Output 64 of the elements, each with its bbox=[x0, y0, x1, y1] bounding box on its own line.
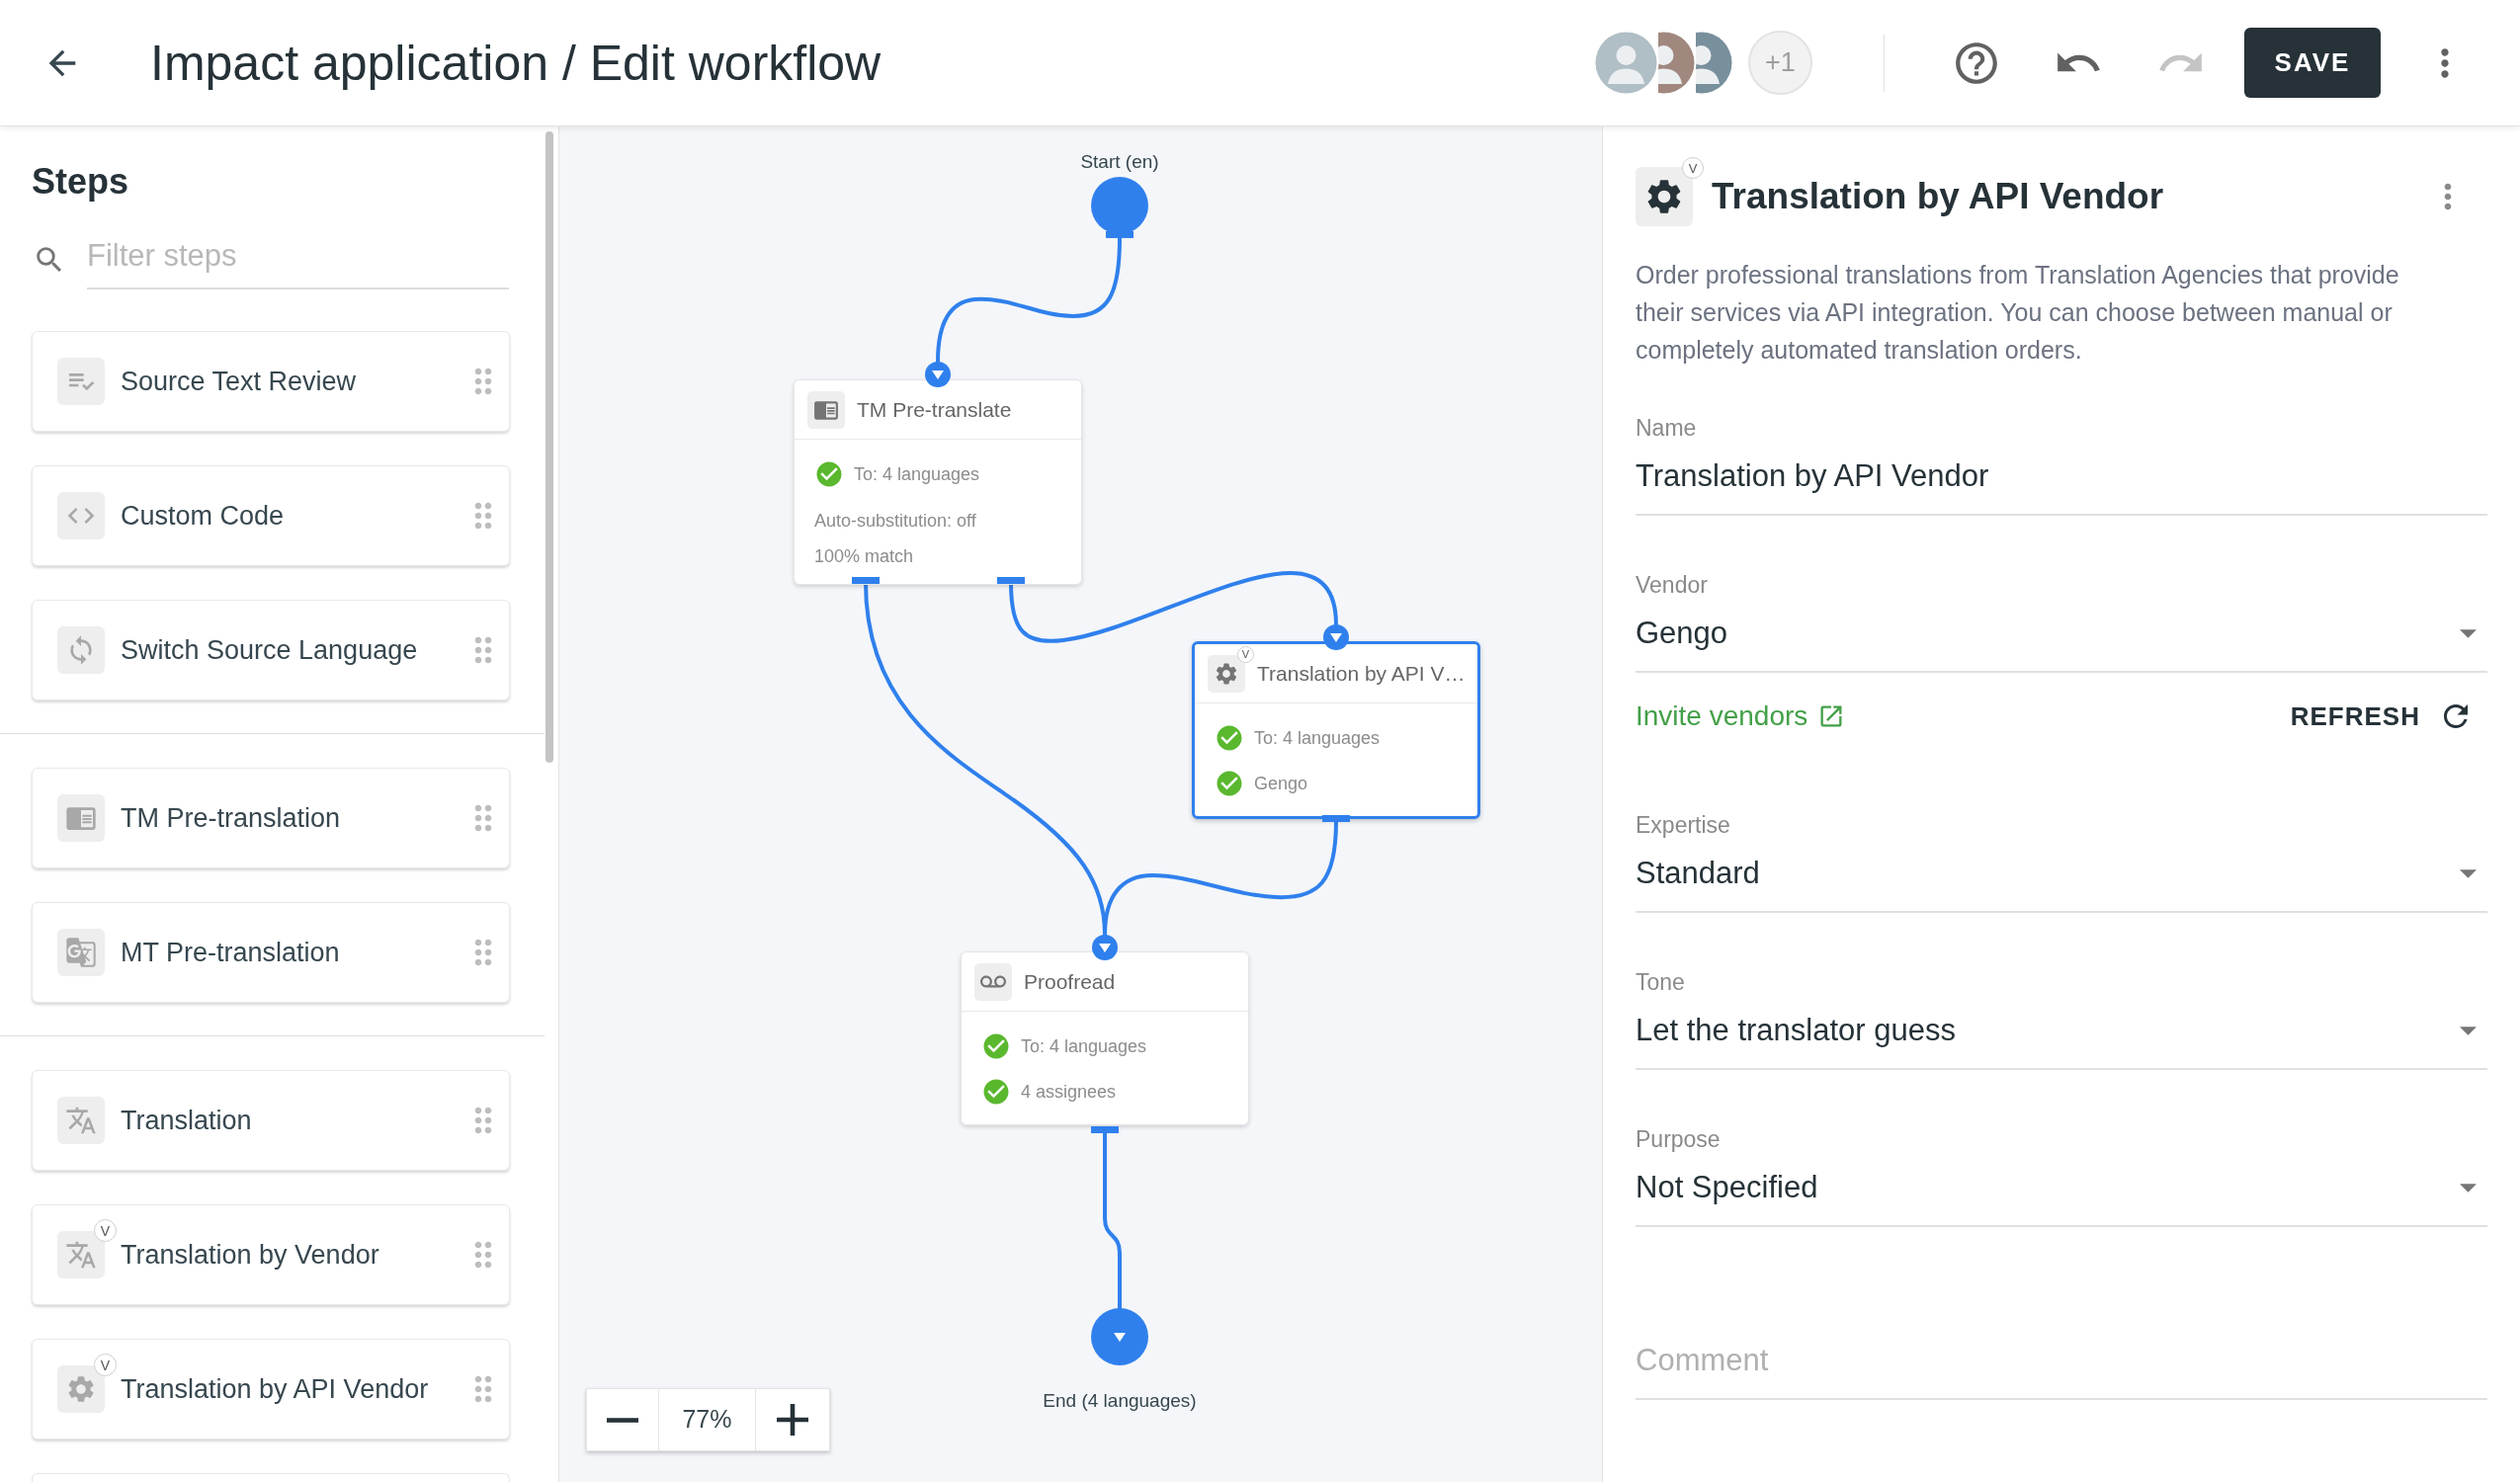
node-title: Proofread bbox=[1024, 968, 1116, 995]
save-button[interactable]: SAVE bbox=[2244, 28, 2381, 98]
vendor-badge: V bbox=[94, 1354, 117, 1376]
field-label: Name bbox=[1636, 414, 1698, 443]
node-title: Translation by API V… bbox=[1257, 660, 1466, 687]
step-card[interactable] bbox=[32, 1473, 510, 1482]
start-label: Start (en) bbox=[1080, 150, 1159, 174]
page-title: Impact application / Edit workflow bbox=[150, 34, 882, 93]
dropdown-caret-icon bbox=[2460, 628, 2477, 638]
comment-field[interactable]: Comment bbox=[1636, 1339, 2487, 1400]
node-detail: To: 4 languages bbox=[1021, 1034, 1147, 1058]
dropdown-field[interactable]: Let the translator guess bbox=[1636, 1009, 2487, 1070]
node-detail: Gengo bbox=[1254, 772, 1308, 795]
filter-field[interactable]: Filter steps bbox=[87, 230, 509, 289]
vendor-badge: V bbox=[1237, 645, 1254, 663]
field-label: Vendor bbox=[1636, 571, 1709, 600]
node-detail: To: 4 languages bbox=[1254, 726, 1381, 750]
avatar-icon[interactable] bbox=[1594, 31, 1658, 95]
avatar-icon[interactable] bbox=[1696, 31, 1733, 95]
field-label: Purpose bbox=[1636, 1125, 1722, 1154]
zoom-level: 77% bbox=[658, 1389, 756, 1450]
dropdown-field[interactable]: Not Specified bbox=[1636, 1166, 2487, 1227]
text-field[interactable]: Translation by API Vendor bbox=[1636, 454, 2487, 516]
field-label: Tone bbox=[1636, 968, 1686, 997]
plus-icon bbox=[777, 1404, 808, 1436]
sync-icon bbox=[57, 626, 105, 674]
step-description: Order professional translations from Translation Agencies that provide their services via API integration. You can choose between manual or completely automated translation orders. bbox=[1636, 260, 2400, 366]
translate-icon bbox=[57, 1097, 105, 1144]
avatar-icon[interactable] bbox=[1658, 31, 1696, 95]
dropdown-field[interactable]: Gengo bbox=[1636, 612, 2487, 673]
node-detail: To: 4 languages bbox=[854, 462, 980, 486]
steps-heading: Steps bbox=[32, 160, 129, 204]
field-label: Expertise bbox=[1636, 811, 1731, 840]
step-card[interactable]: TM Pre-translation bbox=[32, 768, 510, 868]
voicemail-icon bbox=[974, 962, 1012, 1001]
step-card[interactable]: Switch Source Language bbox=[32, 600, 510, 700]
step-card[interactable]: Source Text Review bbox=[32, 331, 510, 432]
end-label: End (4 languages) bbox=[1043, 1389, 1197, 1413]
dropdown-caret-icon bbox=[2460, 868, 2477, 878]
scrollbar-thumb[interactable] bbox=[546, 131, 553, 763]
dropdown-field[interactable]: Standard bbox=[1636, 852, 2487, 913]
step-card[interactable]: Translation bbox=[32, 1070, 510, 1171]
checklist-icon bbox=[57, 358, 105, 405]
node-title: TM Pre-translate bbox=[857, 396, 1012, 423]
dropdown-caret-icon bbox=[2460, 1183, 2477, 1193]
step-card[interactable]: V Translation by Vendor bbox=[32, 1204, 510, 1305]
step-card[interactable]: MT Pre-translation bbox=[32, 902, 510, 1003]
node-detail: Auto-substitution: off bbox=[814, 509, 976, 533]
vendor-badge: V bbox=[94, 1219, 117, 1242]
step-card[interactable]: Custom Code bbox=[32, 465, 510, 566]
refresh-button[interactable]: REFRESH bbox=[2290, 697, 2474, 736]
reader-icon bbox=[807, 390, 845, 429]
start-node-icon bbox=[1091, 177, 1148, 238]
minus-icon bbox=[607, 1417, 638, 1423]
translate-icon bbox=[57, 929, 105, 976]
panel-title: Translation by API Vendor bbox=[1712, 175, 2164, 219]
dropdown-caret-icon bbox=[2460, 1026, 2477, 1035]
step-card[interactable]: V Translation by API Vendor bbox=[32, 1339, 510, 1440]
node-detail: 100% match bbox=[814, 544, 914, 568]
reader-icon bbox=[57, 794, 105, 842]
code-icon bbox=[57, 492, 105, 539]
node-detail: 4 assignees bbox=[1021, 1080, 1117, 1104]
vendor-badge: V bbox=[1682, 157, 1704, 179]
end-node-icon bbox=[1091, 1308, 1148, 1365]
